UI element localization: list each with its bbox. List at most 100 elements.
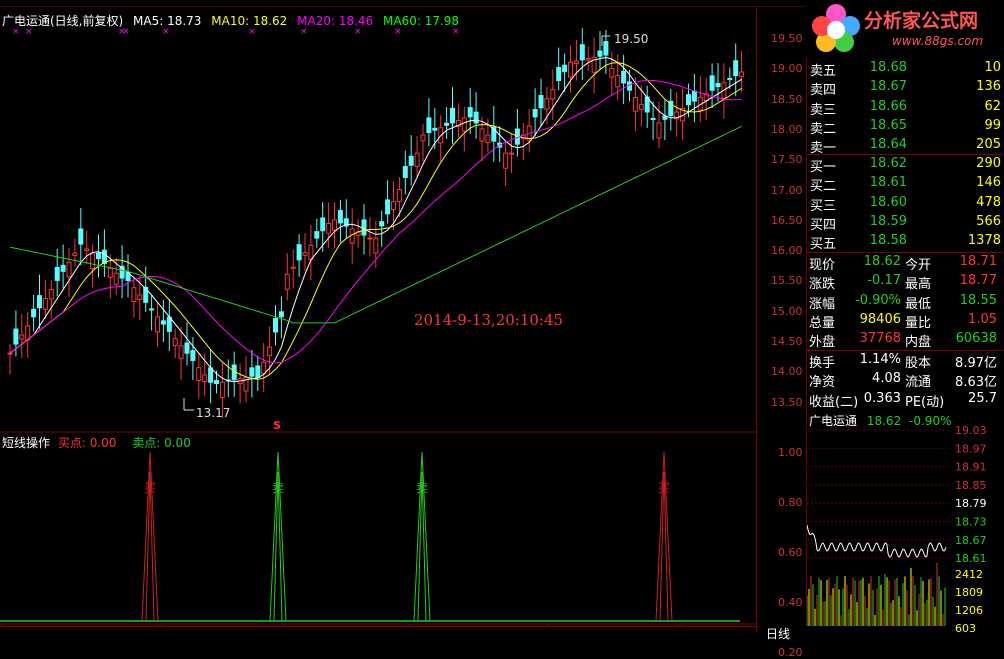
candle: [166, 299, 172, 351]
orderbook-row[interactable]: 买五 18.58 1378: [807, 233, 1003, 253]
flower-logo-icon: [812, 4, 860, 52]
quote-value: 37768: [859, 331, 901, 347]
indicator-header: 短线操作 买点: 0.00 卖点: 0.00: [2, 434, 191, 451]
candle: [225, 359, 231, 397]
candle-body: [178, 345, 184, 359]
quote-key: 总量: [809, 315, 836, 331]
logo-title: 分析家公式网: [864, 10, 979, 32]
candle: [119, 245, 125, 299]
orderbook-row[interactable]: 买三 18.60 478: [807, 194, 1003, 214]
ma-lines-group: [9, 56, 742, 383]
candle-body: [113, 272, 119, 285]
indicator-axis-label: 0.60: [778, 546, 803, 559]
orderbook-row[interactable]: 卖四 18.67 136: [807, 79, 1003, 98]
quote-value: 25.7: [968, 390, 997, 406]
mini-axis-label: 1206: [955, 604, 983, 617]
candle-body: [337, 210, 343, 224]
candle-body: [479, 128, 485, 142]
order-label: 卖二: [810, 121, 837, 137]
candle-body: [60, 264, 66, 272]
marker-x: ×: [12, 27, 20, 37]
orderbook-row[interactable]: 买一 18.62 290: [807, 156, 1003, 175]
candle-body: [137, 294, 143, 300]
candle-body: [155, 316, 160, 333]
order-price: 18.62: [869, 156, 907, 171]
candle-body: [37, 295, 42, 309]
candle: [237, 363, 243, 404]
candle-body: [278, 311, 284, 318]
candle: [597, 31, 603, 70]
candle: [31, 294, 37, 332]
order-volume: 99: [984, 117, 1001, 133]
quote-value: 18.71: [959, 254, 997, 269]
candle-body: [568, 61, 573, 78]
candle: [48, 280, 54, 320]
mini-axis-label: 18.91: [955, 461, 987, 474]
candle-body: [42, 298, 48, 310]
marker-x: ×: [300, 27, 308, 37]
quote-value: 18.55: [959, 292, 997, 308]
candle-body: [19, 334, 25, 340]
candle: [184, 322, 190, 366]
candle-body: [273, 317, 278, 333]
candle: [709, 63, 715, 109]
order-volume: 478: [976, 194, 1001, 210]
mini-axis-label: 603: [955, 622, 976, 635]
candle: [278, 296, 284, 338]
period-label: 日线: [766, 627, 791, 641]
candle-body: [149, 308, 155, 311]
candle-body: [473, 111, 479, 124]
candle: [343, 199, 349, 239]
candle: [538, 78, 544, 126]
candle: [290, 249, 296, 289]
quote-key: 涨跌: [809, 277, 836, 293]
order-label: 卖五: [810, 64, 837, 79]
quote-value: 0.363: [863, 390, 901, 406]
candle: [149, 295, 155, 331]
orderbook-row[interactable]: 卖五 18.68 10: [807, 60, 1003, 79]
candle: [90, 244, 96, 288]
orderbook-row[interactable]: 卖二 18.65 99: [807, 117, 1003, 137]
order-label: 买四: [810, 217, 837, 233]
candle-body: [556, 67, 562, 81]
candle: [261, 342, 267, 393]
candle: [414, 136, 420, 178]
x-axis-bar: [0, 626, 756, 647]
quote-key: 流通: [905, 375, 932, 391]
candle-body: [385, 199, 391, 215]
price-axis-label: 18.00: [771, 122, 803, 136]
orderbook-row[interactable]: 卖三 18.66 62: [807, 99, 1003, 118]
candle: [125, 254, 131, 298]
kline-chart[interactable]: ×××××××××× 买卖卖买 2014年56789: [0, 0, 756, 640]
candle-body: [467, 107, 473, 118]
candle: [638, 84, 644, 127]
candle-body: [538, 95, 544, 109]
candle: [585, 46, 591, 72]
s-marker: S: [273, 419, 281, 432]
orderbook-row[interactable]: 卖一 18.64 205: [807, 137, 1003, 156]
candle: [84, 230, 90, 265]
candle-body: [621, 70, 627, 84]
mini-plot: 19.03 18.97 18.91 18.85 18.79 18.73 18.67 18.61…: [807, 424, 987, 635]
candle: [591, 37, 597, 94]
candle-body: [184, 342, 190, 354]
indicator-sell-label: 卖点: 0.00: [132, 436, 191, 450]
mini-chart[interactable]: 广电运通 18.62 -0.90% 19.03 18.97 18.91 18.85 18…: [806, 410, 1004, 635]
quote-key: 涨幅: [809, 296, 836, 312]
candle-body: [603, 41, 609, 56]
candle: [526, 109, 532, 153]
candle-body: [72, 252, 78, 256]
quote-value: 8.97亿: [955, 356, 997, 371]
order-volume: 146: [976, 175, 1001, 191]
indicator-name[interactable]: 短线操作: [2, 436, 50, 450]
candle-body: [172, 338, 178, 347]
orderbook-row[interactable]: 买四 18.59 566: [807, 214, 1003, 233]
candle: [514, 108, 520, 157]
marker-x: ×: [354, 27, 362, 37]
candle-body: [408, 155, 414, 166]
order-label: 买五: [810, 237, 837, 253]
orderbook-row[interactable]: 买二 18.61 146: [807, 175, 1003, 194]
candle-body: [615, 75, 621, 88]
quote-key: 外盘: [809, 335, 836, 351]
candle-body: [532, 109, 538, 118]
